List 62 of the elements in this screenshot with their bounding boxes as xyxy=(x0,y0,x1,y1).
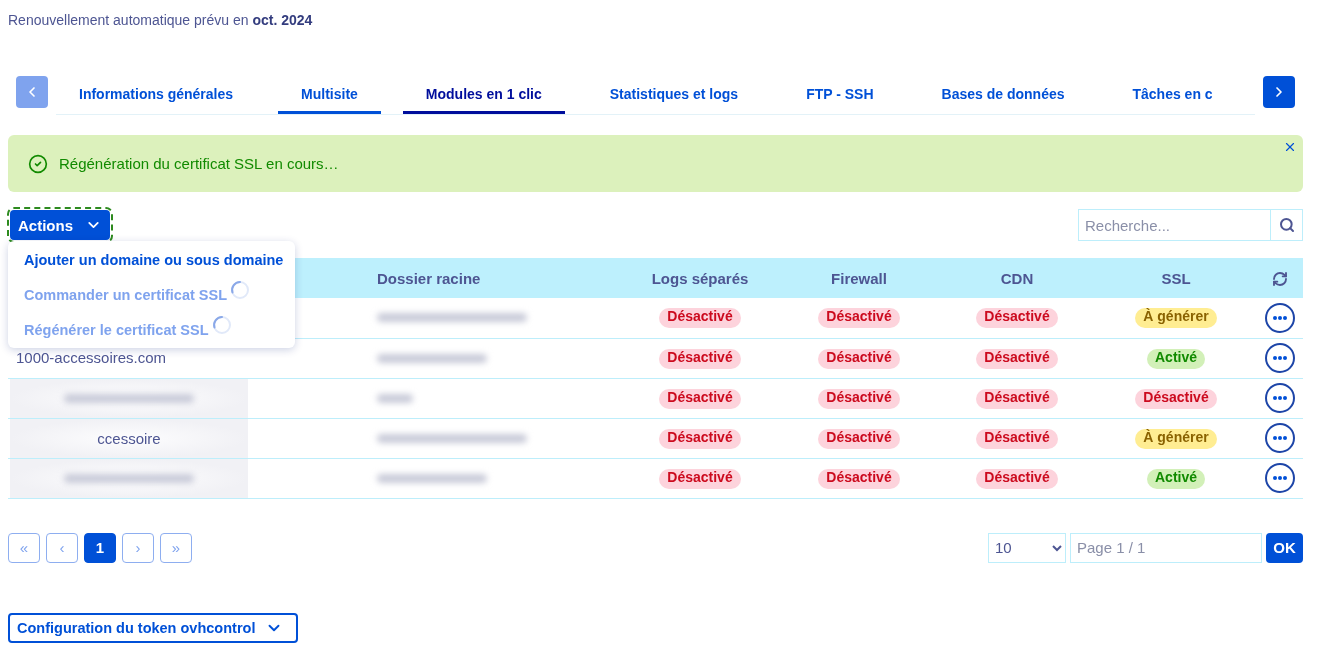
ellipsis-icon xyxy=(1272,436,1287,440)
status-badge: Désactivé xyxy=(659,388,741,409)
renewal-notice: Renouvellement automatique prévu en oct. 2024 xyxy=(8,11,314,30)
ellipsis-icon xyxy=(1272,476,1287,480)
status-badge: Désactivé xyxy=(976,468,1058,489)
more-options-button[interactable] xyxy=(1264,302,1295,333)
refresh-icon xyxy=(1271,271,1288,287)
status-badge: Désactivé xyxy=(818,388,900,409)
search-icon xyxy=(1278,217,1295,233)
status-badge: Désactivé xyxy=(1135,388,1217,409)
refresh-button[interactable] xyxy=(1271,271,1288,287)
status-badge: Désactivé xyxy=(976,388,1058,409)
tab[interactable]: Modules en 1 clic xyxy=(402,76,565,114)
actions-button[interactable]: Actions xyxy=(10,210,110,240)
menu-item[interactable]: Ajouter un domaine ou sous domaine xyxy=(8,242,295,277)
check-circle-icon xyxy=(28,153,48,174)
page-size-select[interactable]: 10 xyxy=(988,532,1066,563)
more-options-button[interactable] xyxy=(1264,423,1295,453)
status-badge: Désactivé xyxy=(818,428,900,449)
status-badge: Désactivé xyxy=(659,468,741,489)
close-button[interactable] xyxy=(1283,140,1297,154)
status-badge: Désactivé xyxy=(976,348,1058,369)
ok-button[interactable]: OK xyxy=(1266,532,1303,563)
domain-text: ccessoire xyxy=(97,429,161,447)
column-header: SSL xyxy=(1096,258,1256,298)
ellipsis-icon xyxy=(1272,315,1287,320)
status-badge: Activé xyxy=(1147,348,1205,369)
domain-text: 1000-accessoires.com xyxy=(16,349,167,366)
tab[interactable]: FTP - SSH xyxy=(783,76,897,114)
scroll-right-button[interactable] xyxy=(1263,76,1295,108)
column-header: Logs séparés xyxy=(620,258,780,298)
tab[interactable]: Informations générales xyxy=(56,76,257,114)
ellipsis-icon xyxy=(1272,356,1287,360)
status-badge: Désactivé xyxy=(818,468,900,489)
status-badge: Désactivé xyxy=(976,308,1058,329)
status-badge: Désactivé xyxy=(818,308,900,329)
more-options-button[interactable] xyxy=(1264,383,1295,413)
status-badge: Désactivé xyxy=(659,428,741,449)
ellipsis-icon xyxy=(1272,396,1287,400)
more-options-button[interactable] xyxy=(1264,343,1295,373)
status-badge: À générer xyxy=(1135,428,1217,449)
page-input[interactable]: Page 1 / 1 xyxy=(1070,532,1262,563)
column-header: Dossier racine xyxy=(365,258,620,298)
tab[interactable]: Tâches en c xyxy=(1109,76,1213,114)
column-header: Firewall xyxy=(780,258,938,298)
alert-message: Régénération du certificat SSL en cours… xyxy=(59,155,340,172)
token-config-button[interactable]: Configuration du token ovhcontrol xyxy=(8,612,298,643)
status-badge: Désactivé xyxy=(976,428,1058,449)
more-options-button[interactable] xyxy=(1264,463,1295,493)
status-badge: À générer xyxy=(1135,308,1217,329)
search-field[interactable]: Recherche... xyxy=(1078,209,1270,241)
column-header: CDN xyxy=(938,258,1096,298)
tab[interactable]: Bases de données xyxy=(918,76,1088,114)
search-button[interactable] xyxy=(1270,209,1303,241)
status-badge: Désactivé xyxy=(659,308,741,329)
tab[interactable]: Multisite xyxy=(278,76,381,114)
page-button[interactable]: 1 xyxy=(84,532,116,563)
status-badge: Activé xyxy=(1147,468,1205,489)
status-badge: Désactivé xyxy=(818,348,900,369)
close-icon xyxy=(1283,140,1297,154)
status-badge: Désactivé xyxy=(659,348,741,369)
tab[interactable]: Statistiques et logs xyxy=(586,76,762,114)
